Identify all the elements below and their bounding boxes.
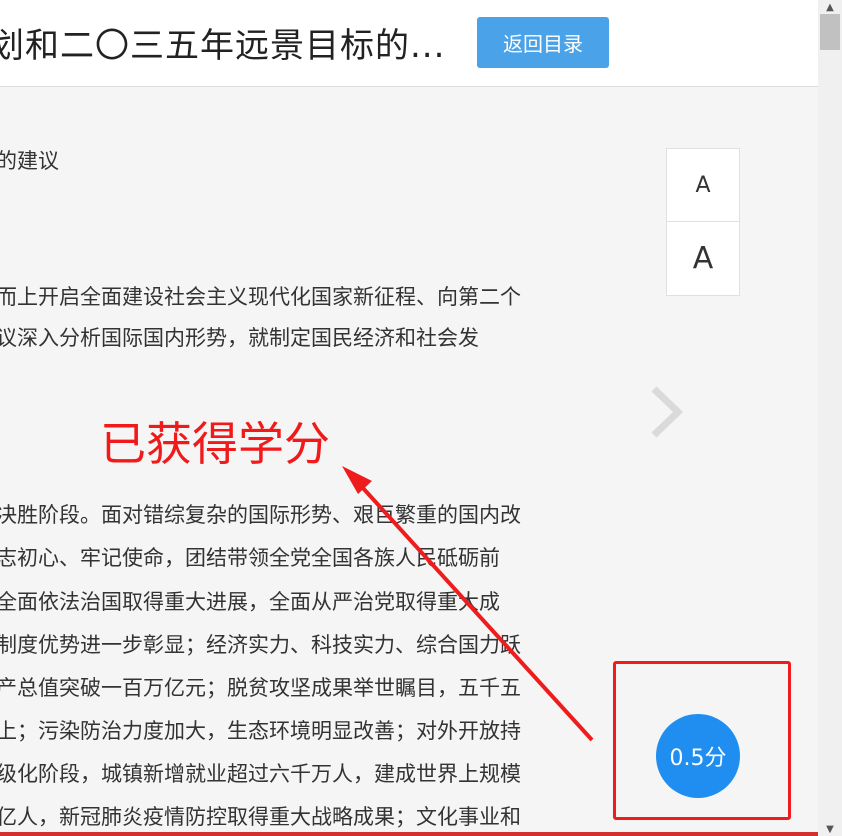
content-line: 志初心、牢记使命，团结带领全党全国各族人民砥砺前 <box>0 546 500 570</box>
back-to-catalog-button[interactable]: 返回目录 <box>477 17 609 68</box>
page-title: 划和二〇三五年远景目标的... <box>0 26 446 66</box>
chevron-right-icon[interactable] <box>648 385 684 439</box>
content-line: 产总值突破一百万亿元；脱贫攻坚成果举世瞩目，五千五 <box>0 676 521 700</box>
content-line: 全面依法治国取得重大进展，全面从严治党取得重大成 <box>0 590 500 614</box>
font-smaller-button[interactable]: A <box>667 149 739 222</box>
font-size-panel: A A <box>666 148 740 296</box>
content-line: 制度优势进一步彰显；经济实力、科技实力、综合国力跃 <box>0 633 521 657</box>
content-line: 上；污染防治力度加大，生态环境明显改善；对外开放持 <box>0 719 521 743</box>
scrollbar-thumb[interactable] <box>820 14 840 50</box>
bottom-divider <box>0 832 818 836</box>
scroll-down-icon[interactable]: ▼ <box>818 822 842 836</box>
page-header: 划和二〇三五年远景目标的... 返回目录 <box>0 0 818 87</box>
content-line: 的建议 <box>0 149 59 173</box>
vertical-scrollbar[interactable]: ▲ ▼ <box>818 0 842 836</box>
annotation-label: 已获得学分 <box>100 417 330 471</box>
scroll-up-icon[interactable]: ▲ <box>818 0 842 14</box>
content-line: 决胜阶段。面对错综复杂的国际形势、艰巨繁重的国内改 <box>0 503 521 527</box>
content-line: 议深入分析国际国内形势，就制定国民经济和社会发 <box>0 326 479 350</box>
font-larger-button[interactable]: A <box>667 222 739 294</box>
content-line: 亿人，新冠肺炎疫情防控取得重大战略成果；文化事业和 <box>0 805 521 829</box>
content-line: 而上开启全面建设社会主义现代化国家新征程、向第二个 <box>0 285 521 309</box>
content-line: 级化阶段，城镇新增就业超过六千万人，建成世界上规模 <box>0 762 521 786</box>
score-badge: 0.5分 <box>656 714 740 798</box>
